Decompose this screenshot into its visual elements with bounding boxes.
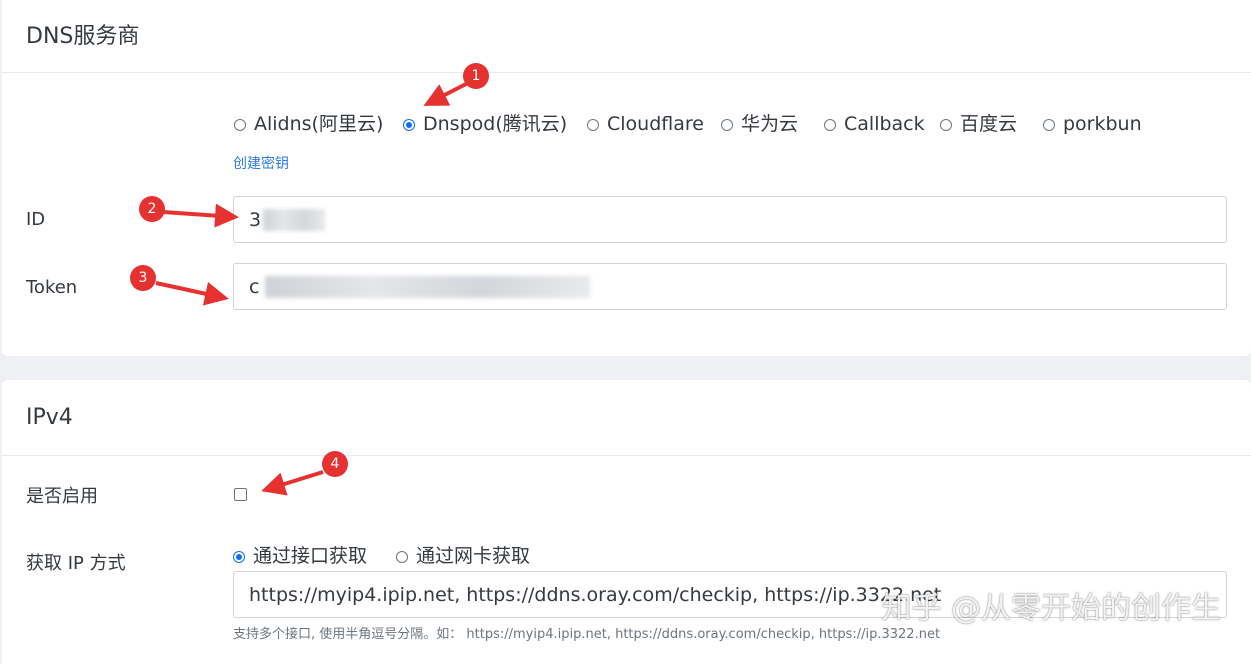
radio-via-nic-label: 通过网卡获取 <box>416 545 531 567</box>
ip-method-label: 获取 IP 方式 <box>26 553 126 574</box>
radio-via-nic[interactable]: 通过网卡获取 <box>396 547 530 566</box>
ipv4-card-header: IPv4 <box>2 380 1251 456</box>
id-label: ID <box>26 209 46 230</box>
radio-callback-indicator[interactable] <box>824 118 836 131</box>
zhihu-watermark: 知乎 @从零开始的创作生 <box>881 591 1221 626</box>
token-redacted-blur <box>265 275 591 298</box>
radio-baiducloud-label: 百度云 <box>960 113 1018 135</box>
radio-callback-label: Callback <box>844 113 925 135</box>
radio-porkbun-indicator[interactable] <box>1043 118 1055 131</box>
radio-cloudflare-indicator[interactable] <box>587 118 599 131</box>
radio-dnspod[interactable]: Dnspod(腾讯云) <box>403 115 567 134</box>
dns-provider-card: DNS服务商 Alidns(阿里云) Dnspod(腾讯云) Cloudflar… <box>2 0 1251 356</box>
radio-via-nic-indicator[interactable] <box>396 550 408 563</box>
id-input[interactable]: 3 <box>233 196 1227 243</box>
id-input-value: 3 <box>249 208 262 231</box>
enable-label: 是否启用 <box>26 486 98 507</box>
radio-baiducloud-indicator[interactable] <box>940 118 952 131</box>
radio-dnspod-indicator[interactable] <box>403 118 415 131</box>
radio-alidns-indicator[interactable] <box>234 118 246 131</box>
annotation-badge-3: 3 <box>130 265 156 291</box>
ipv4-card-title: IPv4 <box>26 405 73 430</box>
radio-porkbun-label: porkbun <box>1063 113 1142 135</box>
radio-porkbun[interactable]: porkbun <box>1043 115 1142 134</box>
token-label: Token <box>26 277 78 298</box>
radio-alidns[interactable]: Alidns(阿里云) <box>234 115 383 134</box>
radio-alidns-label: Alidns(阿里云) <box>254 113 384 135</box>
radio-cloudflare-label: Cloudflare <box>607 113 704 135</box>
radio-huaweicloud-label: 华为云 <box>741 113 799 135</box>
annotation-badge-1: 1 <box>463 63 489 89</box>
create-key-link[interactable]: 创建密钥 <box>233 157 289 171</box>
radio-huaweicloud[interactable]: 华为云 <box>721 115 798 134</box>
annotation-badge-4: 4 <box>322 451 348 477</box>
radio-huaweicloud-indicator[interactable] <box>721 118 733 131</box>
enable-checkbox[interactable] <box>234 488 247 501</box>
token-input[interactable]: c <box>233 263 1227 310</box>
radio-cloudflare[interactable]: Cloudflare <box>587 115 704 134</box>
ip-url-input-value: https://myip4.ipip.net, https://ddns.ora… <box>249 583 942 606</box>
radio-via-api[interactable]: 通过接口获取 <box>233 547 367 566</box>
dns-card-header: DNS服务商 <box>2 0 1251 73</box>
radio-via-api-indicator[interactable] <box>233 550 245 563</box>
dns-card-title: DNS服务商 <box>26 24 140 49</box>
radio-callback[interactable]: Callback <box>824 115 925 134</box>
radio-dnspod-label: Dnspod(腾讯云) <box>423 113 568 135</box>
token-input-value: c <box>249 275 260 298</box>
annotation-badge-2: 2 <box>139 196 165 222</box>
id-redacted-blur <box>263 208 326 231</box>
radio-via-api-label: 通过接口获取 <box>253 545 368 567</box>
radio-baiducloud[interactable]: 百度云 <box>940 115 1017 134</box>
ip-url-help-text: 支持多个接口, 使用半角逗号分隔。如： https://myip4.ipip.n… <box>233 627 941 642</box>
